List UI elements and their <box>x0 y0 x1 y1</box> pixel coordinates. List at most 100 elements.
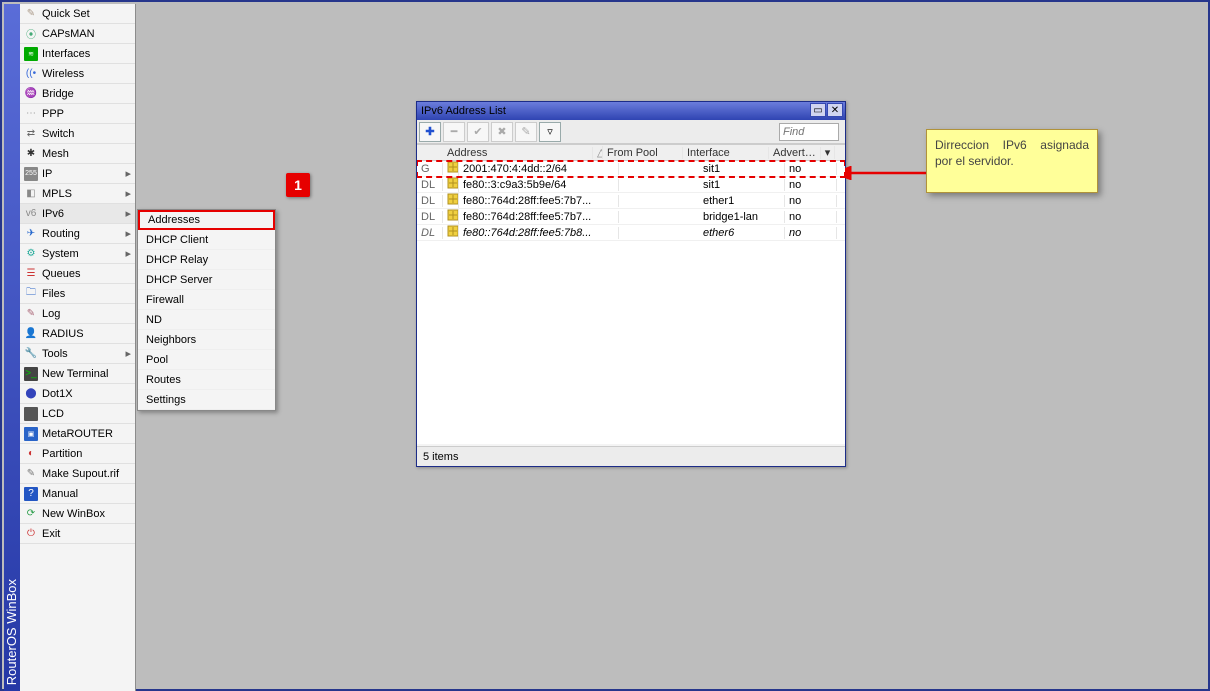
table-row[interactable]: G2001:470:4:4dd::2/64sit1no <box>417 161 845 177</box>
sidebar-item-label: Quick Set <box>42 8 90 20</box>
sidebar-item-capsman[interactable]: ⦿CAPsMAN <box>20 24 135 44</box>
submenu-item-label: DHCP Client <box>146 234 208 246</box>
sidebar-item-label: Partition <box>42 448 82 460</box>
submenu-item-dhcp-client[interactable]: DHCP Client <box>138 230 275 250</box>
window-minimize-button[interactable]: ▭ <box>810 103 826 117</box>
remove-button[interactable]: ━ <box>443 122 465 142</box>
exit-icon: ⏻ <box>24 527 38 541</box>
submenu-item-neighbors[interactable]: Neighbors <box>138 330 275 350</box>
disable-button[interactable]: ✖ <box>491 122 513 142</box>
table-row[interactable]: DLfe80::3:c9a3:5b9e/64sit1no <box>417 177 845 193</box>
row-interface: sit1 <box>699 163 785 175</box>
route-icon: ✈ <box>24 227 38 241</box>
table-row[interactable]: DLfe80::764d:28ff:fee5:7b8...ether6no <box>417 225 845 241</box>
sidebar-item-metarouter[interactable]: ▣MetaROUTER <box>20 424 135 444</box>
add-button[interactable]: ✚ <box>419 122 441 142</box>
sidebar-item-new-terminal[interactable]: >_New Terminal <box>20 364 135 384</box>
sidebar-item-label: New WinBox <box>42 508 105 520</box>
manual-icon: ? <box>24 487 38 501</box>
sidebar-item-files[interactable]: 🗀Files <box>20 284 135 304</box>
sidebar-item-make-supout-rif[interactable]: ✎ Make Supout.rif <box>20 464 135 484</box>
annotation-callout: Dirreccion IPv6 asignada por el servidor… <box>926 129 1098 193</box>
status-bar: 5 items <box>417 446 845 466</box>
sidebar-item-label: Routing <box>42 228 80 240</box>
comment-button[interactable]: ✎ <box>515 122 537 142</box>
enable-button[interactable]: ✔ <box>467 122 489 142</box>
sidebar-item-wireless[interactable]: ((•Wireless <box>20 64 135 84</box>
sidebar-item-ipv6[interactable]: v6IPv6 <box>20 204 135 224</box>
radius-icon: 👤 <box>24 327 38 341</box>
submenu-item-label: Neighbors <box>146 334 196 346</box>
sidebar-item-partition[interactable]: ◐Partition <box>20 444 135 464</box>
submenu-item-addresses[interactable]: Addresses <box>138 210 275 230</box>
sidebar-item-manual[interactable]: ? Manual <box>20 484 135 504</box>
submenu-item-label: Settings <box>146 394 186 406</box>
sidebar-item-label: Interfaces <box>42 48 90 60</box>
switch-icon: ⇄ <box>24 127 38 141</box>
submenu-item-label: DHCP Server <box>146 274 212 286</box>
sidebar-item-label: Manual <box>42 488 78 500</box>
bridge-icon: ♒ <box>24 87 38 101</box>
sidebar-item-queues[interactable]: ☰Queues <box>20 264 135 284</box>
find-input[interactable] <box>779 123 839 141</box>
table-row[interactable]: DLfe80::764d:28ff:fee5:7b7...ether1no <box>417 193 845 209</box>
sidebar-item-radius[interactable]: 👤RADIUS <box>20 324 135 344</box>
mpls-icon: ◧ <box>24 187 38 201</box>
address-icon <box>443 193 459 208</box>
row-address: fe80::764d:28ff:fee5:7b8... <box>459 227 619 239</box>
sidebar-item-label: Exit <box>42 528 60 540</box>
submenu-item-dhcp-relay[interactable]: DHCP Relay <box>138 250 275 270</box>
address-icon <box>443 225 459 240</box>
sidebar-item-ip[interactable]: 255IP <box>20 164 135 184</box>
sidebar-item-tools[interactable]: 🔧Tools <box>20 344 135 364</box>
sidebar-item-exit[interactable]: ⏻ Exit <box>20 524 135 544</box>
col-interface[interactable]: Interface <box>683 147 769 159</box>
sidebar-item-bridge[interactable]: ♒Bridge <box>20 84 135 104</box>
address-icon <box>443 177 459 192</box>
sidebar-item-quick-set[interactable]: ✎Quick Set <box>20 4 135 24</box>
row-flag: G <box>417 163 443 175</box>
row-address: fe80::764d:28ff:fee5:7b7... <box>459 211 619 223</box>
submenu-item-routes[interactable]: Routes <box>138 370 275 390</box>
submenu-item-nd[interactable]: ND <box>138 310 275 330</box>
submenu-item-label: Firewall <box>146 294 184 306</box>
sidebar-item-ppp[interactable]: ⋯PPP <box>20 104 135 124</box>
row-flag: DL <box>417 211 443 223</box>
sidebar-item-interfaces[interactable]: ≋Interfaces <box>20 44 135 64</box>
sidebar-item-lcd[interactable]: LCD <box>20 404 135 424</box>
log-icon: ✎ <box>24 307 38 321</box>
title-bar: RouterOS WinBox <box>4 4 20 691</box>
window-title-bar[interactable]: IPv6 Address List ▭ ✕ <box>417 102 845 120</box>
sidebar-item-mesh[interactable]: ✱Mesh <box>20 144 135 164</box>
table-row[interactable]: DLfe80::764d:28ff:fee5:7b7...bridge1-lan… <box>417 209 845 225</box>
submenu-item-firewall[interactable]: Firewall <box>138 290 275 310</box>
find-field[interactable] <box>779 123 839 141</box>
filter-button[interactable]: ▿ <box>539 122 561 142</box>
col-address[interactable]: Address <box>443 147 593 159</box>
ipv6-icon: v6 <box>24 207 38 221</box>
submenu-item-pool[interactable]: Pool <box>138 350 275 370</box>
sidebar-item-switch[interactable]: ⇄Switch <box>20 124 135 144</box>
ipv6-submenu: Addresses DHCP Client DHCP Relay DHCP Serve… <box>137 209 276 411</box>
col-advertise[interactable]: Advertise <box>769 147 821 159</box>
sidebar-item-label: System <box>42 248 79 260</box>
sidebar-item-routing[interactable]: ✈ Routing <box>20 224 135 244</box>
sidebar-item-system[interactable]: ⚙System <box>20 244 135 264</box>
lcd-icon <box>24 407 38 421</box>
sidebar-item-log[interactable]: ✎Log <box>20 304 135 324</box>
sidebar-item-new-winbox[interactable]: ⟳New WinBox <box>20 504 135 524</box>
sidebar-item-label: Make Supout.rif <box>42 468 119 480</box>
submenu-item-dhcp-server[interactable]: DHCP Server <box>138 270 275 290</box>
sort-indicator-icon[interactable]: △ <box>593 146 603 159</box>
submenu-item-label: Pool <box>146 354 168 366</box>
sidebar-menu: ✎Quick Set⦿CAPsMAN≋Interfaces((•Wireless… <box>20 4 136 691</box>
sidebar-item-dot1x[interactable]: ⬤Dot1X <box>20 384 135 404</box>
window-close-button[interactable]: ✕ <box>827 103 843 117</box>
app-title: RouterOS WinBox <box>4 579 19 685</box>
col-from-pool[interactable]: From Pool <box>603 147 683 159</box>
sidebar-item-mpls[interactable]: ◧MPLS <box>20 184 135 204</box>
supout-icon: ✎ <box>24 467 38 481</box>
columns-dropdown-icon[interactable]: ▾ <box>821 146 835 159</box>
submenu-item-settings[interactable]: Settings <box>138 390 275 410</box>
sidebar-item-label: Wireless <box>42 68 84 80</box>
